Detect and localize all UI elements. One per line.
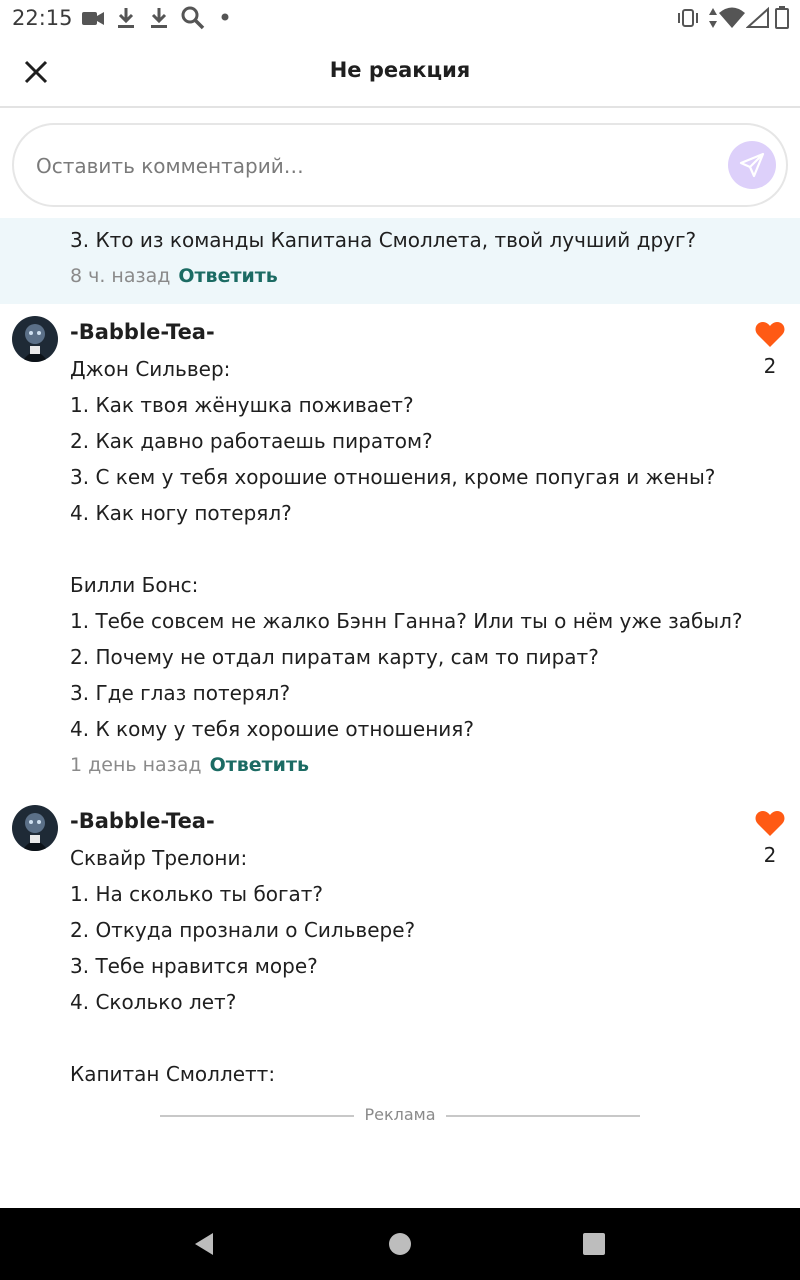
comment-text-line: 2. Почему не отдал пиратам карту, сам то… (70, 645, 599, 669)
avatar[interactable] (12, 316, 58, 362)
comment-text-line: Билли Бонс: (70, 573, 199, 597)
recents-icon (583, 1233, 605, 1255)
download-icon (147, 5, 171, 31)
status-bar: 22:15 (0, 0, 800, 36)
like-count: 2 (763, 843, 777, 867)
comment-item: -Babble-Tea- Сквайр Трелони: 1. На сколь… (0, 794, 800, 1094)
comment-text-line: 4. Как ногу потерял? (70, 501, 292, 525)
send-icon (739, 152, 765, 178)
reply-button[interactable]: Ответить (178, 265, 277, 287)
comment-meta: 8 ч. назад Ответить (70, 265, 278, 287)
comment-text-line (70, 1020, 415, 1056)
comment-text-line: 4. Сколько лет? (70, 990, 237, 1014)
comment-time: 8 ч. назад (70, 265, 171, 287)
app-header: Не реакция (0, 36, 800, 108)
heart-icon[interactable] (755, 809, 785, 837)
comment-body: Сквайр Трелони: 1. На сколько ты богат? … (70, 840, 415, 1092)
vibrate-icon (676, 5, 700, 31)
comment-text-line: 3. Кто из команды Капитана Смоллета, тво… (70, 228, 697, 252)
home-icon (389, 1233, 411, 1255)
dot-icon (218, 10, 232, 24)
download-icon (114, 5, 138, 31)
comment-time: 1 день назад (70, 754, 202, 776)
comment-author[interactable]: -Babble-Tea- (70, 320, 215, 344)
comment-text-line: 2. Как давно работаешь пиратом? (70, 429, 433, 453)
heart-icon[interactable] (755, 320, 785, 348)
comment-text-line: 1. На сколько ты богат? (70, 882, 324, 906)
comment-text-line: 3. Тебе нравится море? (70, 954, 318, 978)
previous-comment: 3. Кто из команды Капитана Смоллета, тво… (0, 218, 800, 304)
comment-input-container (12, 123, 788, 207)
recents-button[interactable] (578, 1228, 610, 1260)
search-icon (180, 5, 206, 31)
divider (446, 1115, 640, 1117)
signal-icon (746, 5, 770, 31)
comment-text-line: Капитан Смоллетт: (70, 1062, 276, 1086)
comment-text-line: 1. Как твоя жёнушка поживает? (70, 393, 414, 417)
comment-meta: 1 день назад Ответить (70, 754, 309, 776)
back-button[interactable] (188, 1228, 220, 1260)
status-time: 22:15 (12, 6, 73, 30)
comment-body: Джон Сильвер: 1. Как твоя жёнушка пожива… (70, 351, 742, 747)
comment-author[interactable]: -Babble-Tea- (70, 809, 215, 833)
like-count: 2 (763, 354, 777, 378)
page-title: Не реакция (329, 58, 471, 82)
comment-text-line: Сквайр Трелони: (70, 846, 248, 870)
comment-text-line: 1. Тебе совсем не жалко Бэнн Ганна? Или … (70, 609, 743, 633)
comment-text-line: 3. Где глаз потерял? (70, 681, 291, 705)
ad-separator: Реклама (160, 1104, 640, 1128)
comment-input[interactable] (36, 147, 716, 185)
send-button[interactable] (728, 141, 776, 189)
battery-icon (774, 5, 790, 31)
video-camera-icon (80, 5, 106, 31)
comment-text-line (70, 531, 742, 567)
home-button[interactable] (384, 1228, 416, 1260)
comment-text-line: 2. Откуда прознали о Сильвере? (70, 918, 416, 942)
comment-text-line: 4. К кому у тебя хорошие отношения? (70, 717, 474, 741)
wifi-icon (718, 5, 746, 31)
system-nav-bar (0, 1208, 800, 1280)
reply-button[interactable]: Ответить (210, 754, 309, 776)
comment-item: -Babble-Tea- Джон Сильвер: 1. Как твоя ж… (0, 304, 800, 794)
back-icon (195, 1233, 213, 1255)
comment-text-line: 3. С кем у тебя хорошие отношения, кроме… (70, 465, 716, 489)
comment-text-line: Джон Сильвер: (70, 357, 231, 381)
avatar[interactable] (12, 805, 58, 851)
